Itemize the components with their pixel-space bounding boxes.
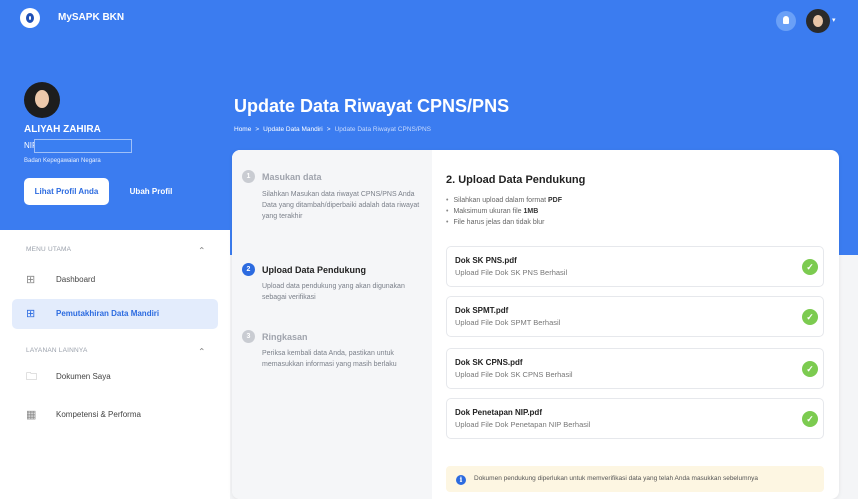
step-desc-2: Upload data pendukung yang akan digunaka… bbox=[262, 283, 405, 301]
check-icon: ✓ bbox=[802, 411, 818, 427]
nip-redacted-box bbox=[34, 139, 132, 153]
stepper: 1 Masukan data Silahkan Masukan data riw… bbox=[232, 150, 432, 499]
sidebar-item-pemutakhiran-data-mandiri[interactable]: ⊞ Pemutakhiran Data Mandiri bbox=[12, 299, 218, 329]
app-title: MySAPK BKN bbox=[58, 12, 125, 23]
file-status: Upload File Dok SPMT Berhasil bbox=[455, 318, 561, 327]
breadcrumb-separator: > bbox=[255, 126, 260, 133]
chevron-down-icon[interactable]: ▾ bbox=[832, 16, 836, 24]
check-icon: ✓ bbox=[802, 259, 818, 275]
step-number-2: 2 bbox=[242, 263, 255, 276]
step-desc-line: Data yang ditambah/diperbaiki adalah dat… bbox=[262, 202, 420, 220]
step-number-1: 1 bbox=[242, 170, 255, 183]
upload-rules: Silahkan upload dalam format PDF Maksimu… bbox=[446, 195, 562, 228]
chevron-up-icon[interactable]: ⌄ bbox=[198, 244, 206, 255]
top-bar: MySAPK BKN ▾ bbox=[0, 0, 858, 38]
file-name: Dok Penetapan NIP.pdf bbox=[455, 408, 542, 417]
step-desc-line: Silahkan Masukan data riwayat CPNS/PNS A… bbox=[262, 191, 415, 198]
profile-avatar bbox=[24, 82, 60, 118]
step-desc-1: Silahkan Masukan data riwayat CPNS/PNS A… bbox=[262, 189, 422, 222]
update-form-card: 1 Masukan data Silahkan Masukan data riw… bbox=[232, 150, 839, 499]
rule-bold: 1MB bbox=[523, 208, 539, 215]
breadcrumb-update-data-mandiri[interactable]: Update Data Mandiri bbox=[263, 126, 323, 133]
step-title-ringkasan[interactable]: Ringkasan bbox=[262, 332, 308, 342]
note-text: Dokumen pendukung diperlukan untuk memve… bbox=[474, 475, 759, 482]
upload-panel: 2. Upload Data Pendukung Silahkan upload… bbox=[432, 150, 839, 499]
sidebar-item-label: Pemutakhiran Data Mandiri bbox=[56, 309, 160, 318]
step-title-masukan-data[interactable]: Masukan data bbox=[262, 172, 322, 182]
rule-item: File harus jelas dan tidak blur bbox=[446, 217, 562, 228]
rule-text: Silahkan upload dalam format bbox=[453, 197, 549, 204]
rule-item: Maksimum ukuran file 1MB bbox=[446, 206, 562, 217]
sidebar-item-dashboard[interactable]: ⊞ Dashboard bbox=[12, 265, 218, 295]
check-icon: ✓ bbox=[802, 309, 818, 325]
sidebar-item-kompetensi-performa[interactable]: ▦ Kompetensi & Performa bbox=[12, 400, 218, 430]
info-icon: i bbox=[456, 475, 466, 485]
file-name: Dok SK PNS.pdf bbox=[455, 256, 517, 265]
section-layanan-lainnya: LAYANAN LAINNYA bbox=[26, 347, 88, 354]
file-name: Dok SK CPNS.pdf bbox=[455, 358, 523, 367]
breadcrumb-home[interactable]: Home bbox=[234, 126, 251, 133]
breadcrumb-current: Update Data Riwayat CPNS/PNS bbox=[334, 126, 432, 133]
step-title-upload-data-pendukung[interactable]: Upload Data Pendukung bbox=[262, 265, 366, 275]
file-status: Upload File Dok SK PNS Berhasil bbox=[455, 268, 568, 277]
file-card-spmt[interactable]: Dok SPMT.pdf Upload File Dok SPMT Berhas… bbox=[446, 296, 824, 337]
rule-item: Silahkan upload dalam format PDF bbox=[446, 195, 562, 206]
chart-icon: ▦ bbox=[26, 409, 37, 421]
file-card-penetapan-nip[interactable]: Dok Penetapan NIP.pdf Upload File Dok Pe… bbox=[446, 398, 824, 439]
section-menu-utama: MENU UTAMA bbox=[26, 246, 72, 253]
avatar[interactable] bbox=[806, 9, 830, 33]
file-status: Upload File Dok Penetapan NIP Berhasil bbox=[455, 420, 591, 429]
app-logo-icon[interactable] bbox=[20, 8, 40, 28]
step-desc-3: Periksa kembali data Anda, pastikan untu… bbox=[262, 350, 397, 368]
info-note: i Dokumen pendukung diperlukan untuk mem… bbox=[446, 466, 824, 492]
rule-bold: PDF bbox=[548, 197, 563, 204]
view-profile-button[interactable]: Lihat Profil Anda bbox=[24, 178, 109, 205]
sidebar: MENU UTAMA ⌄ ⊞ Dashboard ⊞ Pemutakhiran … bbox=[0, 230, 230, 499]
edit-profile-button[interactable]: Ubah Profil bbox=[116, 178, 186, 205]
sidebar-item-dokumen-saya[interactable]: 🗀 Dokumen Saya bbox=[12, 362, 218, 392]
chevron-up-icon[interactable]: ⌄ bbox=[198, 345, 206, 356]
file-card-sk-pns[interactable]: Dok SK PNS.pdf Upload File Dok SK PNS Be… bbox=[446, 246, 824, 287]
breadcrumb-separator: > bbox=[326, 126, 331, 133]
bell-icon[interactable] bbox=[776, 11, 796, 31]
page-title: Update Data Riwayat CPNS/PNS bbox=[234, 96, 510, 116]
check-icon: ✓ bbox=[802, 361, 818, 377]
breadcrumb: Home > Update Data Mandiri > Update Data Riw… bbox=[234, 126, 431, 133]
step-number-3: 3 bbox=[242, 330, 255, 343]
rule-text: File harus jelas dan tidak blur bbox=[453, 219, 545, 226]
file-card-sk-cpns[interactable]: Dok SK CPNS.pdf Upload File Dok SK CPNS … bbox=[446, 348, 824, 389]
grid-icon: ⊞ bbox=[26, 308, 36, 320]
folder-icon: 🗀 bbox=[26, 371, 37, 383]
grid-icon: ⊞ bbox=[26, 274, 36, 286]
upload-title: 2. Upload Data Pendukung bbox=[446, 174, 586, 186]
agency-name: Badan Kepegawaian Negara bbox=[24, 158, 101, 164]
user-name: ALIYAH ZAHIRA bbox=[24, 124, 101, 135]
sidebar-item-label: Kompetensi & Performa bbox=[56, 410, 141, 419]
sidebar-item-label: Dashboard bbox=[56, 275, 96, 284]
rule-text: Maksimum ukuran file bbox=[453, 208, 524, 215]
file-name: Dok SPMT.pdf bbox=[455, 306, 509, 315]
sidebar-item-label: Dokumen Saya bbox=[56, 372, 111, 381]
file-status: Upload File Dok SK CPNS Berhasil bbox=[455, 370, 573, 379]
